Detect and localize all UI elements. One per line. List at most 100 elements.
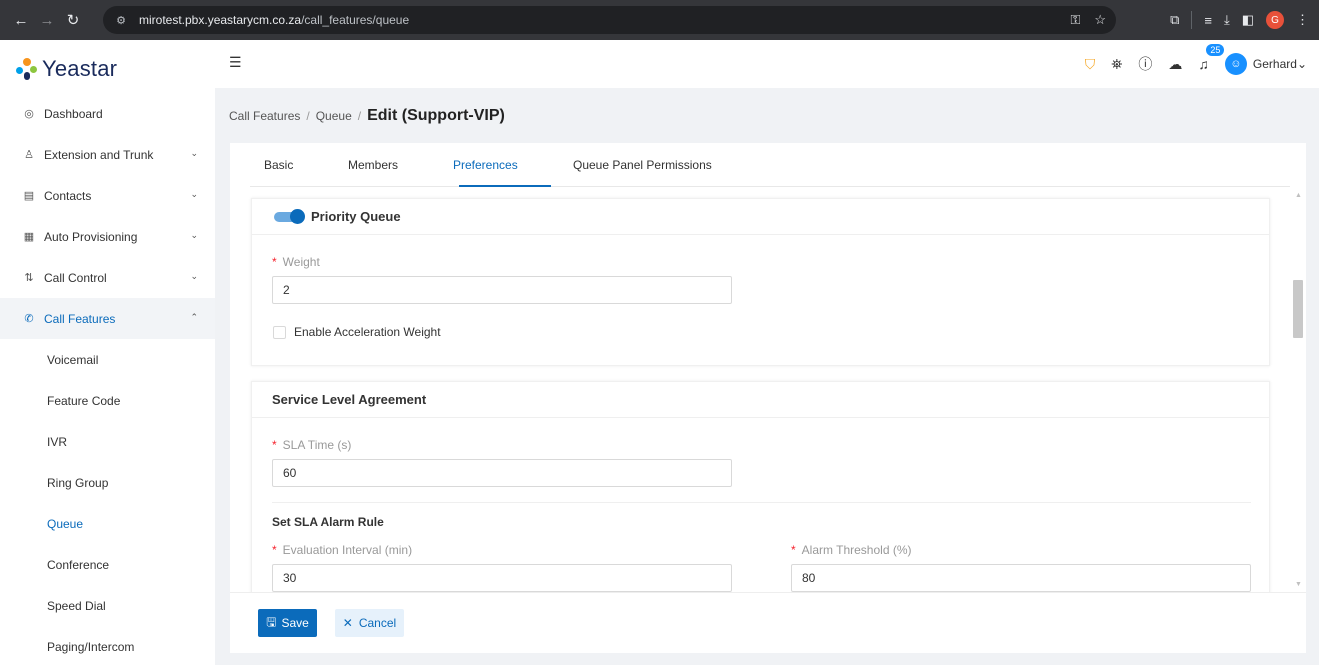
evaluation-interval-input[interactable]: 30 — [272, 564, 732, 592]
notification-badge: 25 — [1206, 44, 1225, 56]
user-name: Gerhard — [1252, 57, 1297, 71]
preferences-form: Priority Queue * Weight 2 Enable Accelera… — [230, 188, 1306, 592]
extensions-icon[interactable]: ⧉ — [1170, 12, 1179, 28]
sidebar-subitem-paging-intercom[interactable]: Paging/Intercom — [0, 626, 215, 665]
chevron-down-icon: ⌄ — [190, 230, 198, 240]
sidebar-item-label: Call Control — [44, 270, 107, 285]
sidebar-subitem-ivr[interactable]: IVR — [0, 421, 215, 462]
scrollbar-thumb[interactable] — [1293, 280, 1303, 338]
sidebar: Yeastar ◎ Dashboard ♙ Extension and Trun… — [0, 40, 215, 665]
sidebar-subitem-conference[interactable]: Conference — [0, 544, 215, 585]
sidebar-subitem-speed-dial[interactable]: Speed Dial — [0, 585, 215, 626]
reload-icon[interactable]: ↻ — [60, 7, 86, 33]
bookmark-star-icon[interactable]: ☆ — [1094, 12, 1106, 28]
evaluation-interval-label: * Evaluation Interval (min) — [272, 543, 412, 557]
sla-alarm-rule-title: Set SLA Alarm Rule — [272, 515, 384, 529]
sla-time-input[interactable]: 60 — [272, 459, 732, 487]
weight-label-text: Weight — [282, 255, 320, 269]
sidebar-item-label: Contacts — [44, 188, 92, 203]
cancel-button[interactable]: ✕ Cancel — [335, 609, 404, 637]
priority-queue-title: Priority Queue — [311, 209, 401, 224]
priority-queue-section: Priority Queue * Weight 2 Enable Accelera… — [251, 198, 1270, 366]
sidebar-menu: ◎ Dashboard ♙ Extension and Trunk ⌄ ▤ Co… — [0, 93, 215, 665]
sidebar-subitem-voicemail[interactable]: Voicemail — [0, 339, 215, 380]
profile-avatar[interactable]: G — [1266, 11, 1284, 29]
sidebar-item-contacts[interactable]: ▤ Contacts ⌄ — [0, 175, 215, 216]
url-path: /call_features/queue — [301, 13, 410, 27]
media-control-icon[interactable]: ≡ — [1204, 13, 1212, 28]
password-key-icon[interactable]: ⚿ — [1070, 12, 1080, 28]
weight-input[interactable]: 2 — [272, 276, 732, 304]
acceleration-weight-checkbox[interactable] — [273, 325, 286, 339]
sidebar-item-call-control[interactable]: ⇅ Call Control ⌄ — [0, 257, 215, 298]
breadcrumb-call-features[interactable]: Call Features — [229, 109, 300, 123]
toolbar-divider — [1191, 11, 1193, 29]
sidebar-item-label: Dashboard — [44, 106, 103, 121]
evaluation-interval-label-text: Evaluation Interval (min) — [282, 543, 413, 557]
sidebar-item-dashboard[interactable]: ◎ Dashboard — [0, 93, 215, 134]
forward-icon[interactable]: → — [34, 7, 60, 33]
phone-icon: ✆ — [24, 313, 34, 325]
user-avatar-icon[interactable]: ☺ — [1224, 53, 1247, 75]
dashboard-icon: ◎ — [24, 108, 34, 120]
download-icon[interactable]: ⤓ — [1224, 12, 1230, 28]
omnibox-actions: ⚿ ☆ — [1070, 6, 1106, 34]
form-footer: 🖫 Save ✕ Cancel — [230, 592, 1306, 653]
active-tab-indicator — [459, 185, 551, 187]
chevron-down-icon: ⌄ — [190, 148, 198, 158]
handshake-icon[interactable]: ⛯ — [1111, 56, 1122, 73]
save-button[interactable]: 🖫 Save — [258, 609, 317, 637]
breadcrumb: Call Features / Queue / Edit (Support-VI… — [229, 107, 505, 125]
sidebar-item-extension-and-trunk[interactable]: ♙ Extension and Trunk ⌄ — [0, 134, 215, 175]
back-icon[interactable]: ← — [8, 7, 34, 33]
acceleration-weight-option[interactable]: Enable Acceleration Weight — [273, 325, 441, 339]
header-actions: ⛉ ⛯ ⓘ ☁ ♫ 25 ☺ Gerhard⌄ — [1085, 40, 1307, 88]
alarm-threshold-input[interactable]: 80 — [791, 564, 1251, 592]
site-settings-icon[interactable]: ⚙ — [113, 12, 129, 28]
priority-queue-header: Priority Queue — [252, 199, 1269, 235]
tab-basic[interactable]: Basic — [264, 158, 293, 172]
browser-extensions: ⧉ ≡ ⤓ ◧ G ⋮ — [1170, 0, 1309, 40]
sidebar-subitem-ring-group[interactable]: Ring Group — [0, 462, 215, 503]
breadcrumb-queue[interactable]: Queue — [316, 109, 352, 123]
browser-menu-icon[interactable]: ⋮ — [1296, 12, 1309, 28]
acceleration-weight-label: Enable Acceleration Weight — [294, 325, 441, 339]
sidebar-subitem-queue[interactable]: Queue — [0, 503, 215, 544]
sidebar-item-label: Auto Provisioning — [44, 229, 138, 244]
scroll-down-icon[interactable]: ▼ — [1295, 581, 1302, 588]
browser-nav: ← → ↻ — [8, 7, 86, 33]
close-icon: ✕ — [342, 616, 353, 630]
sidebar-item-auto-provisioning[interactable]: ▦ Auto Provisioning ⌄ — [0, 216, 215, 257]
sidebar-subitem-feature-code[interactable]: Feature Code — [0, 380, 215, 421]
provisioning-icon: ▦ — [23, 231, 35, 243]
tab-members[interactable]: Members — [348, 158, 398, 172]
logo-mark-icon — [16, 58, 38, 80]
sla-time-label-text: SLA Time (s) — [282, 438, 352, 452]
priority-queue-toggle[interactable] — [274, 208, 305, 224]
scroll-up-icon[interactable]: ▲ — [1295, 192, 1302, 199]
chevron-up-icon: ⌃ — [190, 312, 198, 322]
tab-preferences[interactable]: Preferences — [453, 158, 518, 172]
address-bar[interactable]: ⚙ mirotest.pbx.yeastarycm.co.za/call_fea… — [103, 6, 1116, 34]
form-scrollbar[interactable]: ▲ ▼ — [1292, 188, 1304, 592]
toggle-knob — [290, 208, 305, 224]
upload-cloud-icon[interactable]: ☁ — [1168, 56, 1182, 73]
sidebar-item-label: Extension and Trunk — [44, 147, 154, 162]
sidebar-item-call-features[interactable]: ✆ Call Features ⌃ — [0, 298, 215, 339]
app-header: ☰ ⛉ ⛯ ⓘ ☁ ♫ 25 ☺ Gerhard⌄ — [215, 40, 1319, 88]
required-marker: * — [272, 255, 277, 269]
user-list-icon: ♙ — [24, 149, 34, 161]
chevron-down-icon: ⌄ — [190, 189, 198, 199]
notification-bell[interactable]: ♫ 25 — [1198, 44, 1225, 72]
yeastar-logo[interactable]: Yeastar — [16, 56, 117, 82]
alarm-threshold-label: * Alarm Threshold (%) — [791, 543, 911, 557]
tab-bar: Basic Members Preferences Queue Panel Pe… — [250, 143, 1290, 187]
sliders-icon: ⇅ — [24, 272, 34, 284]
shield-icon[interactable]: ⛉ — [1085, 56, 1096, 73]
tab-queue-panel-permissions[interactable]: Queue Panel Permissions — [573, 158, 712, 172]
user-menu[interactable]: Gerhard⌄ — [1253, 57, 1307, 71]
help-icon[interactable]: ⓘ — [1138, 54, 1152, 74]
side-panel-icon[interactable]: ◧ — [1242, 12, 1254, 28]
contacts-icon: ▤ — [23, 190, 35, 202]
collapse-menu-icon[interactable]: ☰ — [229, 54, 245, 70]
